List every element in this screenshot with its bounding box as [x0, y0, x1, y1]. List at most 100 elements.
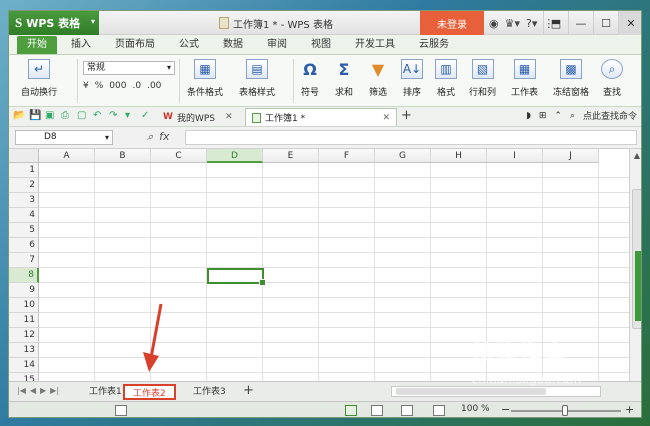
column-header[interactable]: G [375, 149, 431, 163]
tab-workbook1[interactable]: 工作簿1 * ✕ [245, 108, 397, 126]
dropdown-icon[interactable]: ▾ [125, 110, 137, 122]
close-icon[interactable]: ✕ [618, 11, 641, 35]
row-header[interactable]: 2 [9, 178, 39, 193]
next-sheet-icon[interactable]: ▶ [40, 386, 46, 395]
autowrap-button[interactable]: ↵ 自动换行 [21, 59, 57, 98]
format-button[interactable]: ▥ 格式 [435, 59, 457, 98]
scroll-up-icon[interactable]: ▲ [630, 149, 641, 163]
tab-my-wps[interactable]: W 我的WPS ✕ [157, 108, 239, 126]
last-sheet-icon[interactable]: ▶| [50, 386, 59, 395]
percent-button[interactable]: % [95, 81, 104, 91]
collapse-icon[interactable]: ⌃ [554, 111, 562, 121]
decrease-decimal-button[interactable]: .00 [147, 81, 161, 91]
open-folder-icon[interactable]: 📂 [13, 110, 25, 122]
sheet-tab-3[interactable]: 工作表3 [185, 384, 234, 400]
column-header[interactable]: A [39, 149, 95, 163]
active-cell-d8[interactable] [207, 268, 266, 286]
row-header[interactable]: 13 [9, 343, 39, 358]
column-header[interactable]: H [431, 149, 487, 163]
command-search[interactable]: 点此查找命令 [583, 109, 637, 122]
page-break-view-icon[interactable] [371, 405, 383, 416]
normal-view-icon[interactable] [345, 405, 357, 416]
first-sheet-icon[interactable]: |◀ [17, 386, 26, 395]
row-header[interactable]: 12 [9, 328, 39, 343]
login-button[interactable]: 未登录 [420, 11, 484, 35]
cond-format-button[interactable]: ▦ 条件格式 [187, 59, 223, 98]
column-header[interactable]: I [487, 149, 543, 163]
print-icon[interactable]: ⎙ [61, 110, 73, 122]
zoom-slider-knob[interactable] [562, 405, 568, 416]
row-header[interactable]: 1 [9, 163, 39, 178]
tab-data[interactable]: 数据 [213, 36, 253, 54]
row-header[interactable]: 15 [9, 373, 39, 381]
skin-icon[interactable]: ◉ [489, 17, 499, 30]
brush-icon[interactable]: ✓ [141, 110, 153, 122]
horizontal-scrollbar[interactable] [391, 386, 601, 397]
zoom-search-icon[interactable]: ⌕ [147, 130, 153, 144]
add-sheet-button[interactable]: + [243, 383, 254, 398]
d-icon[interactable]: ◗ [526, 111, 531, 121]
name-box[interactable]: D8 [15, 130, 113, 145]
close-icon[interactable]: ✕ [225, 112, 233, 122]
tab-developer[interactable]: 开发工具 [345, 36, 405, 54]
app-menu-button[interactable]: S WPS 表格 ▾ [9, 11, 99, 35]
select-all-corner[interactable] [9, 149, 39, 163]
minimize-icon[interactable]: — [568, 11, 593, 35]
row-header[interactable]: 10 [9, 298, 39, 313]
search-icon[interactable]: ⌕ [570, 111, 575, 121]
save-icon[interactable]: 💾 [29, 110, 41, 122]
grid-icon[interactable]: ⊞ [539, 111, 547, 121]
currency-button[interactable]: ¥ [83, 81, 89, 91]
worksheet-button[interactable]: ▦ 工作表 [511, 59, 538, 98]
reading-mode-icon[interactable] [433, 405, 445, 416]
thousands-button[interactable]: 000 [109, 81, 126, 91]
zoom-level[interactable]: 100 % [461, 404, 490, 414]
redo-icon[interactable]: ↷ [109, 110, 121, 122]
zoom-out-icon[interactable]: − [501, 403, 510, 416]
tab-home[interactable]: 开始 [17, 36, 57, 54]
side-panel-handle[interactable] [635, 251, 641, 321]
tab-review[interactable]: 审阅 [257, 36, 297, 54]
close-icon[interactable]: ✕ [382, 113, 390, 123]
row-header[interactable]: 5 [9, 223, 39, 238]
tab-insert[interactable]: 插入 [61, 36, 101, 54]
restore-icon[interactable]: ⬒ [543, 11, 568, 35]
symbol-button[interactable]: Ω 符号 [299, 59, 321, 99]
undo-icon[interactable]: ↶ [93, 110, 105, 122]
page-layout-view-icon[interactable] [401, 405, 413, 416]
maximize-icon[interactable]: ☐ [593, 11, 618, 35]
sheet-tab-2[interactable]: 工作表2 [123, 384, 176, 400]
tab-cloud[interactable]: 云服务 [409, 36, 459, 54]
column-header[interactable]: E [263, 149, 319, 163]
increase-decimal-button[interactable]: .0 [132, 81, 141, 91]
column-header[interactable]: B [95, 149, 151, 163]
row-header[interactable]: 9 [9, 283, 39, 298]
calendar-icon[interactable] [115, 405, 127, 416]
new-tab-button[interactable]: + [401, 108, 412, 123]
fx-button[interactable]: fx [159, 130, 169, 144]
shirt-icon[interactable]: ♛▾ [505, 17, 520, 30]
row-header[interactable]: 6 [9, 238, 39, 253]
formula-input[interactable] [185, 130, 637, 145]
column-header[interactable]: F [319, 149, 375, 163]
column-header[interactable]: J [543, 149, 599, 163]
tab-view[interactable]: 视图 [301, 36, 341, 54]
row-header[interactable]: 4 [9, 208, 39, 223]
preview-icon[interactable]: ▢ [77, 110, 89, 122]
prev-sheet-icon[interactable]: ◀ [30, 386, 36, 395]
row-header[interactable]: 11 [9, 313, 39, 328]
freeze-panes-button[interactable]: ▩ 冻结窗格 [553, 59, 589, 98]
row-col-button[interactable]: ▧ 行和列 [469, 59, 496, 98]
table-style-button[interactable]: ▤ 表格样式 [239, 59, 275, 98]
tab-page-layout[interactable]: 页面布局 [105, 36, 165, 54]
sort-button[interactable]: A↓ 排序 [401, 59, 423, 98]
filter-button[interactable]: ▼ 筛选 [367, 59, 389, 99]
column-header-selected[interactable]: D [207, 149, 263, 163]
column-header[interactable]: C [151, 149, 207, 163]
pdf-icon[interactable]: ▣ [45, 110, 57, 122]
number-format-select[interactable]: 常规 [83, 61, 175, 75]
row-header[interactable]: 14 [9, 358, 39, 373]
find-button[interactable]: ⌕ 查找 [601, 59, 623, 98]
help-icon[interactable]: ?▾ [526, 17, 537, 30]
zoom-in-icon[interactable]: + [625, 403, 634, 416]
